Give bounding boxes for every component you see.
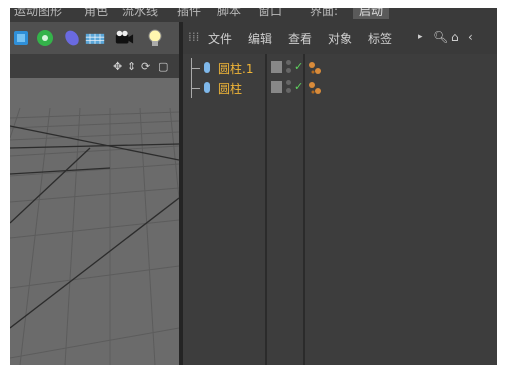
render-visibility-dot[interactable]: [286, 68, 291, 73]
rotate-icon[interactable]: ⟳: [141, 60, 150, 73]
main-toolbar: [10, 22, 180, 54]
cloner-icon[interactable]: [35, 28, 55, 48]
column-divider: [265, 54, 267, 365]
cube-icon[interactable]: [12, 28, 32, 48]
cylinder-icon: [204, 62, 210, 73]
menu-plugins[interactable]: 插件: [177, 8, 201, 19]
menu-tags[interactable]: 标签: [368, 30, 392, 47]
object-name[interactable]: 圆柱: [218, 80, 242, 97]
menu-objects[interactable]: 对象: [328, 30, 352, 47]
menu-mograph[interactable]: 运动图形: [14, 8, 62, 19]
light-bulb-icon[interactable]: [145, 28, 165, 48]
tree-line: [191, 78, 202, 98]
floor-icon[interactable]: [85, 28, 105, 48]
menu-pipeline[interactable]: 流水线: [122, 8, 158, 19]
layer-icon[interactable]: [271, 81, 282, 93]
enabled-check-icon[interactable]: ✓: [294, 80, 303, 93]
menu-window[interactable]: 窗口: [258, 8, 282, 19]
object-name[interactable]: 圆柱.1: [218, 60, 253, 77]
home-icon[interactable]: ⌂: [451, 30, 459, 44]
app-menu-bar: 运动图形 角色 流水线 插件 脚本 窗口 界面: 启动: [10, 8, 497, 22]
column-divider: [303, 54, 305, 365]
screenshot-frame: 运动图形 角色 流水线 插件 脚本 窗口 界面: 启动 ✥ ⇕ ⟳ ▢ ⁞⁞⁞ …: [10, 8, 497, 365]
maximize-icon[interactable]: ▢: [158, 60, 168, 73]
object-row[interactable]: 圆柱 ✓: [183, 78, 497, 98]
search-icon[interactable]: 🔍︎: [433, 30, 448, 44]
phong-tag-icon[interactable]: [308, 61, 322, 75]
object-row[interactable]: 圆柱.1 ✓: [183, 58, 497, 78]
camera-icon[interactable]: [114, 28, 134, 48]
layer-icon[interactable]: [271, 61, 282, 73]
move-icon[interactable]: ✥: [113, 60, 122, 73]
layout-dropdown[interactable]: 启动: [353, 8, 390, 19]
3d-viewport[interactable]: [10, 78, 180, 365]
object-manager-menu: ⁞⁞⁞ 文件 编辑 查看 对象 标签 ▸ 🔍︎ ⌂ ‹: [183, 22, 497, 54]
menu-script[interactable]: 脚本: [217, 8, 241, 19]
deformer-icon[interactable]: [62, 28, 82, 48]
chevron-icon[interactable]: ‹: [468, 30, 473, 44]
more-arrow-icon[interactable]: ▸: [418, 32, 423, 42]
enabled-check-icon[interactable]: ✓: [294, 60, 303, 73]
viewport-header: ✥ ⇕ ⟳ ▢: [10, 54, 180, 78]
grip-icon[interactable]: ⁞⁞⁞: [188, 30, 199, 44]
menu-view[interactable]: 查看: [288, 30, 312, 47]
menu-layout-label: 界面:: [310, 8, 339, 18]
object-manager-list: 圆柱.1 ✓ 圆柱 ✓: [183, 54, 497, 365]
menu-character[interactable]: 角色: [84, 8, 108, 19]
menu-file[interactable]: 文件: [208, 30, 232, 47]
menu-edit[interactable]: 编辑: [248, 30, 272, 47]
editor-visibility-dot[interactable]: [286, 80, 291, 85]
render-visibility-dot[interactable]: [286, 88, 291, 93]
floor-grid: [10, 78, 180, 365]
zoom-icon[interactable]: ⇕: [127, 60, 136, 73]
cylinder-icon: [204, 82, 210, 93]
editor-visibility-dot[interactable]: [286, 60, 291, 65]
phong-tag-icon[interactable]: [308, 81, 322, 95]
tree-line: [191, 58, 202, 78]
